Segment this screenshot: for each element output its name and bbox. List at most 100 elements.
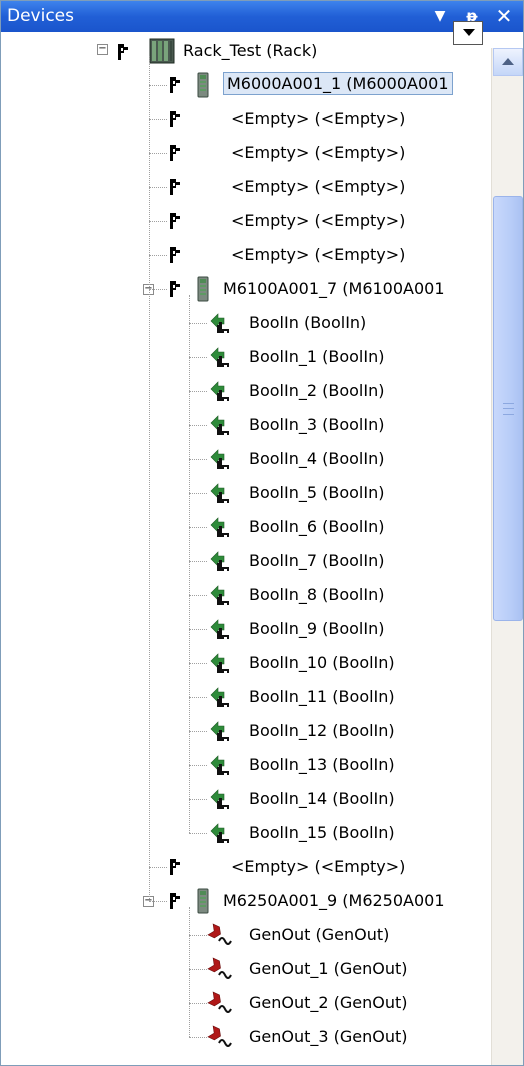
tree-node-label: <Empty> (<Empty>) <box>231 177 406 196</box>
empty-slot-icon <box>170 247 180 263</box>
tree-node-boolin[interactable]: BoolIn (BoolIn) <box>1 306 491 340</box>
tree-node-boolin[interactable]: BoolIn_5 (BoolIn) <box>1 476 491 510</box>
tree-node-slot[interactable]: <Empty> (<Empty>) <box>1 850 491 884</box>
panel-title-bar: Devices ▼ ᵽ ✕ <box>1 1 523 32</box>
tree-connector <box>189 561 207 562</box>
tree-node-label: BoolIn_6 (BoolIn) <box>249 517 385 536</box>
io-module-icon <box>197 888 209 914</box>
tree-connector <box>189 1003 207 1004</box>
tree-node-slot[interactable]: <Empty> (<Empty>) <box>1 170 491 204</box>
close-icon[interactable]: ✕ <box>493 5 515 27</box>
plug-icon <box>118 44 128 60</box>
bool-input-icon <box>210 415 229 435</box>
tree-node-module[interactable]: M6000A001_1 (M6000A001 <box>1 68 491 102</box>
empty-slot-icon <box>170 145 180 161</box>
tree-node-label: GenOut_2 (GenOut) <box>249 993 408 1012</box>
tree-node-boolin[interactable]: BoolIn_13 (BoolIn) <box>1 748 491 782</box>
tree-node-slot[interactable]: <Empty> (<Empty>) <box>1 136 491 170</box>
tree-node-label: BoolIn_10 (BoolIn) <box>249 653 395 672</box>
tree-node-slot[interactable]: <Empty> (<Empty>) <box>1 238 491 272</box>
tree-node-label: BoolIn_11 (BoolIn) <box>249 687 395 706</box>
tree-connector <box>189 527 207 528</box>
tree-node-boolin[interactable]: BoolIn_6 (BoolIn) <box>1 510 491 544</box>
tree-node-label: <Empty> (<Empty>) <box>231 109 406 128</box>
tree-node-label: BoolIn_9 (BoolIn) <box>249 619 385 638</box>
tree-node-label: <Empty> (<Empty>) <box>231 857 406 876</box>
tree-node-module[interactable]: − M6100A001_7 (M6100A001 <box>1 272 491 306</box>
tree-node-rack[interactable]: − Rack_Test (Rack) <box>1 34 491 68</box>
bool-input-icon <box>210 313 229 333</box>
dropdown-arrow-icon[interactable]: ▼ <box>429 5 451 27</box>
scroll-up-button[interactable] <box>493 48 523 76</box>
tree-connector <box>189 799 207 800</box>
panel-title: Devices <box>7 6 74 26</box>
tree-node-label: BoolIn_3 (BoolIn) <box>249 415 385 434</box>
tree-connector <box>149 255 167 256</box>
tree-node-boolin[interactable]: BoolIn_9 (BoolIn) <box>1 612 491 646</box>
chevron-down-icon <box>463 29 475 36</box>
tree-node-label: GenOut_1 (GenOut) <box>249 959 408 978</box>
bool-input-icon <box>210 585 229 605</box>
tree-connector <box>189 595 207 596</box>
devices-panel: Devices ▼ ᵽ ✕ − Rack_Test (Rack) M6000A001… <box>0 0 524 1066</box>
tree-node-boolin[interactable]: BoolIn_7 (BoolIn) <box>1 544 491 578</box>
gen-output-icon <box>207 1025 232 1047</box>
tree-node-slot[interactable]: <Empty> (<Empty>) <box>1 204 491 238</box>
tree-connector <box>189 425 207 426</box>
expand-collapse-toggle[interactable]: − <box>97 44 108 55</box>
bool-input-icon <box>210 551 229 571</box>
tree-connector <box>189 969 207 970</box>
tree-connector <box>149 153 167 154</box>
bool-input-icon <box>210 789 229 809</box>
tree-node-boolin[interactable]: BoolIn_2 (BoolIn) <box>1 374 491 408</box>
bool-input-icon <box>210 755 229 775</box>
tree-connector <box>189 765 207 766</box>
tree-node-label: BoolIn_4 (BoolIn) <box>249 449 385 468</box>
tree-node-label: <Empty> (<Empty>) <box>231 143 406 162</box>
bool-input-icon <box>210 449 229 469</box>
io-module-icon <box>197 72 209 98</box>
tree-connector <box>189 629 207 630</box>
plug-icon <box>170 893 180 909</box>
tree-node-label: BoolIn (BoolIn) <box>249 313 367 332</box>
tree-node-boolin[interactable]: BoolIn_8 (BoolIn) <box>1 578 491 612</box>
tree-node-boolin[interactable]: BoolIn_11 (BoolIn) <box>1 680 491 714</box>
scroll-thumb[interactable] <box>493 196 523 621</box>
tree-node-label: BoolIn_7 (BoolIn) <box>249 551 385 570</box>
bool-input-icon <box>210 721 229 741</box>
tree-connector <box>149 221 167 222</box>
device-tree[interactable]: − Rack_Test (Rack) M6000A001_1 (M6000A001 <… <box>1 32 491 1065</box>
tree-node-boolin[interactable]: BoolIn_12 (BoolIn) <box>1 714 491 748</box>
tree-connector <box>189 295 190 833</box>
tree-node-genout[interactable]: GenOut_3 (GenOut) <box>1 1020 491 1054</box>
bool-input-icon <box>210 619 229 639</box>
bool-input-icon <box>210 483 229 503</box>
tree-node-label: BoolIn_12 (BoolIn) <box>249 721 395 740</box>
tree-node-boolin[interactable]: BoolIn_15 (BoolIn) <box>1 816 491 850</box>
rack-dropdown-button[interactable] <box>453 21 483 45</box>
empty-slot-icon <box>170 179 180 195</box>
tree-node-label: BoolIn_2 (BoolIn) <box>249 381 385 400</box>
tree-connector <box>189 459 207 460</box>
tree-connector <box>189 731 207 732</box>
tree-node-boolin[interactable]: BoolIn_10 (BoolIn) <box>1 646 491 680</box>
tree-node-label: BoolIn_14 (BoolIn) <box>249 789 395 808</box>
tree-node-genout[interactable]: GenOut_2 (GenOut) <box>1 986 491 1020</box>
tree-connector <box>189 663 207 664</box>
tree-connector <box>189 833 207 834</box>
tree-node-genout[interactable]: GenOut (GenOut) <box>1 918 491 952</box>
tree-node-label: BoolIn_5 (BoolIn) <box>249 483 385 502</box>
tree-node-genout[interactable]: GenOut_1 (GenOut) <box>1 952 491 986</box>
gen-output-icon <box>207 991 232 1013</box>
tree-node-boolin[interactable]: BoolIn_4 (BoolIn) <box>1 442 491 476</box>
tree-node-label: <Empty> (<Empty>) <box>231 245 406 264</box>
tree-node-module[interactable]: − M6250A001_9 (M6250A001 <box>1 884 491 918</box>
tree-node-boolin[interactable]: BoolIn_1 (BoolIn) <box>1 340 491 374</box>
tree-node-label: GenOut_3 (GenOut) <box>249 1027 408 1046</box>
tree-connector <box>149 289 167 290</box>
tree-node-slot[interactable]: <Empty> (<Empty>) <box>1 102 491 136</box>
tree-node-label: BoolIn_13 (BoolIn) <box>249 755 395 774</box>
tree-node-boolin[interactable]: BoolIn_14 (BoolIn) <box>1 782 491 816</box>
tree-node-boolin[interactable]: BoolIn_3 (BoolIn) <box>1 408 491 442</box>
bool-input-icon <box>210 823 229 843</box>
